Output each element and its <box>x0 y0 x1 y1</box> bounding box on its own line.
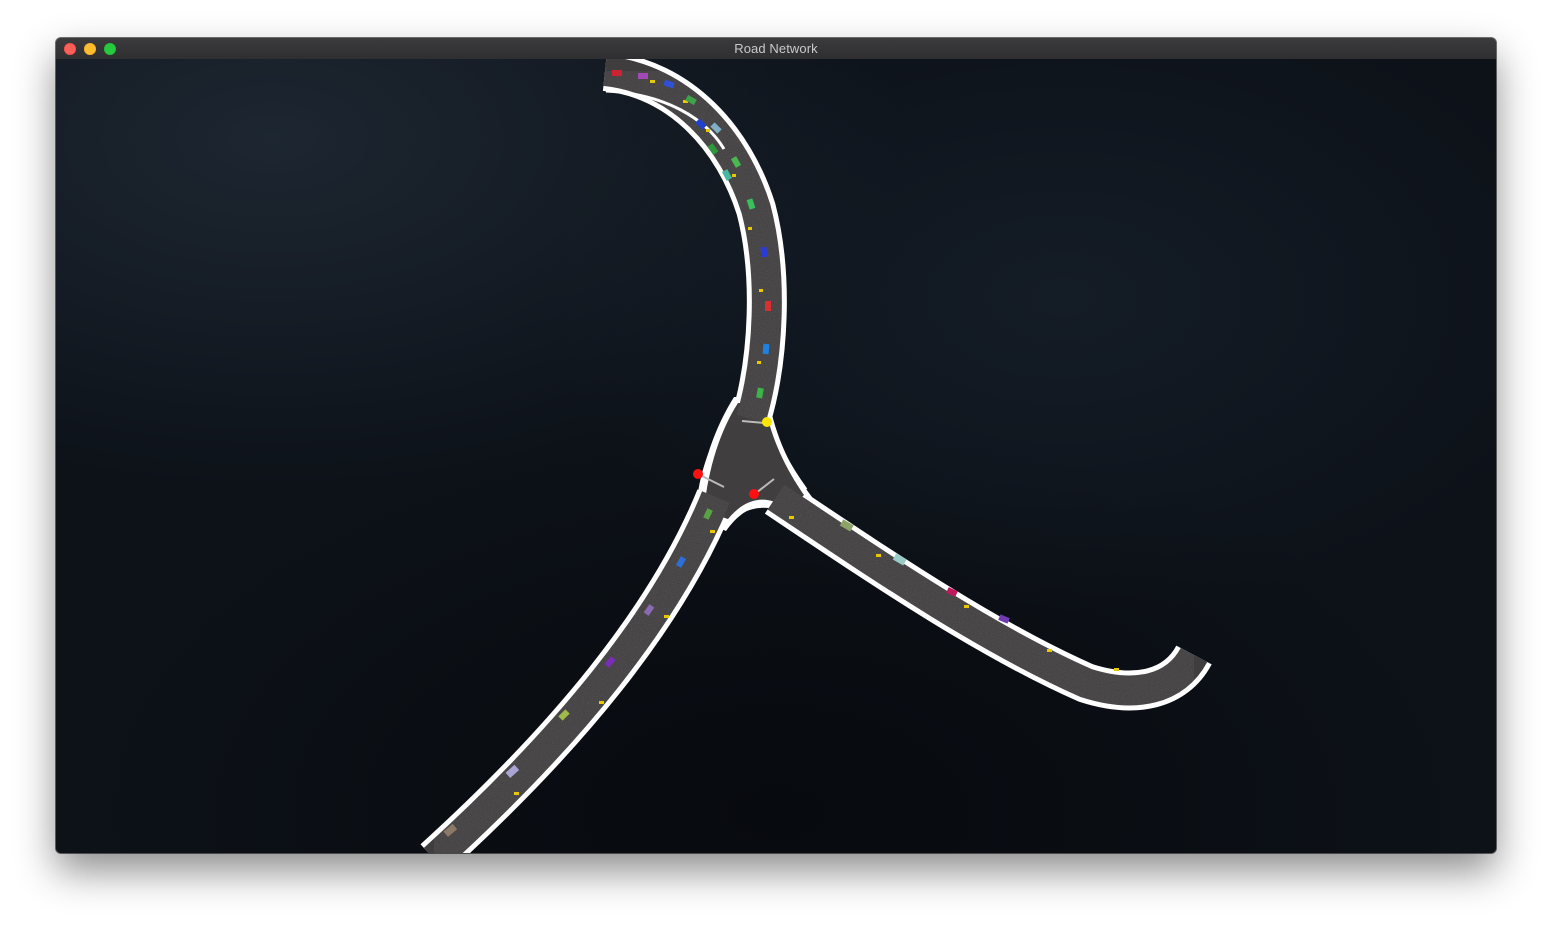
traffic-signal-red[interactable] <box>749 489 759 499</box>
vehicle[interactable] <box>762 343 770 355</box>
vehicle[interactable] <box>612 70 622 76</box>
lane-marker <box>514 792 519 795</box>
lane-marker <box>964 605 969 608</box>
lane-marker <box>1114 668 1119 671</box>
lane-marker <box>599 701 604 704</box>
lane-marker <box>710 530 715 533</box>
lane-marker <box>706 129 710 132</box>
lane-marker <box>757 361 761 364</box>
lane-marker <box>789 516 794 519</box>
vehicle[interactable] <box>765 301 771 311</box>
traffic-signal-red[interactable] <box>693 469 703 479</box>
lane-marker <box>732 174 736 177</box>
lane-marker <box>664 615 669 618</box>
window-title: Road Network <box>734 41 818 56</box>
road-network-canvas[interactable] <box>56 59 1496 853</box>
title-bar[interactable]: Road Network <box>56 38 1496 60</box>
lane-marker <box>759 289 763 292</box>
vehicle[interactable] <box>638 73 648 79</box>
lane-marker <box>876 554 881 557</box>
lane-marker <box>650 80 655 83</box>
lane-marker <box>1047 649 1052 652</box>
road-network-scene[interactable] <box>56 59 1496 853</box>
lane-marker <box>748 227 752 230</box>
traffic-signal-yellow[interactable] <box>762 417 772 427</box>
app-window: Road Network <box>56 38 1496 853</box>
road-texture <box>423 59 1208 853</box>
